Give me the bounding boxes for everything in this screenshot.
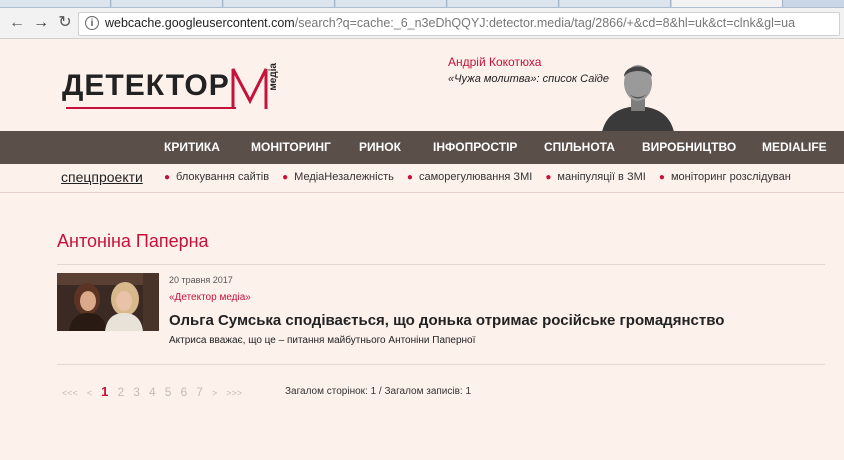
browser-tab[interactable] bbox=[224, 0, 335, 7]
pager-page[interactable]: 2 bbox=[117, 385, 124, 399]
pager-prev[interactable]: < bbox=[87, 388, 92, 398]
menu-item-infoprostir[interactable]: ІНФОПРОСТІР bbox=[433, 131, 517, 164]
author-photo[interactable] bbox=[600, 53, 676, 132]
pager-next[interactable]: > bbox=[212, 388, 217, 398]
article-item: 20 травня 2017 «Детектор медіа» Ольга Су… bbox=[57, 272, 825, 352]
forward-arrow-icon[interactable]: → bbox=[30, 12, 52, 34]
featured-title[interactable]: «Чужа молитва»: список Саїде bbox=[448, 73, 618, 86]
bullet-icon: ● bbox=[164, 172, 171, 183]
special-project-link[interactable]: МедіаНезалежність bbox=[294, 171, 394, 183]
browser-tabstrip bbox=[0, 0, 844, 8]
browser-tab-active[interactable] bbox=[672, 0, 783, 7]
site-header: ДЕТЕКТОР медіа Андрій Кокотюха «Чужа мол… bbox=[0, 39, 844, 132]
main-menu: КРИТИКА МОНІТОРИНГ РИНОК ІНФОПРОСТІР СПІ… bbox=[0, 131, 844, 164]
divider bbox=[57, 364, 825, 365]
menu-item-rynok[interactable]: РИНОК bbox=[359, 131, 401, 164]
special-projects-list: ● блокування сайтів ● МедіаНезалежність ● с… bbox=[154, 171, 791, 183]
special-projects-bar: спецпроекти ● блокування сайтів ● МедіаНез… bbox=[0, 164, 844, 193]
address-url[interactable]: webcache.googleusercontent.com/search?q=… bbox=[105, 16, 795, 30]
article-date: 20 травня 2017 bbox=[169, 275, 233, 285]
browser-tab[interactable] bbox=[560, 0, 671, 7]
browser-tab[interactable] bbox=[0, 0, 111, 7]
pager-page[interactable]: 6 bbox=[180, 385, 187, 399]
pager-total: Загалом сторінок: 1 / Загалом записів: 1 bbox=[285, 386, 472, 397]
browser-toolbar: ← → ↻ i webcache.googleusercontent.com/s… bbox=[0, 8, 844, 39]
featured-author[interactable]: Андрій Кокотюха bbox=[448, 55, 618, 69]
pager-page[interactable]: 7 bbox=[196, 385, 203, 399]
special-project-link[interactable]: моніторинг розслідуван bbox=[671, 171, 791, 183]
url-host: webcache.googleusercontent.com bbox=[105, 16, 295, 30]
article-lead: Актриса вважає, що це – питання майбутнь… bbox=[169, 335, 476, 346]
special-project-link[interactable]: маніпуляції в ЗМІ bbox=[557, 171, 645, 183]
special-project-link[interactable]: саморегулювання ЗМІ bbox=[419, 171, 532, 183]
pager-page-current[interactable]: 1 bbox=[101, 384, 108, 399]
page-title: Антоніна Паперна bbox=[57, 231, 209, 251]
pager-last[interactable]: >>> bbox=[226, 388, 242, 398]
browser-tab[interactable] bbox=[448, 0, 559, 7]
bullet-icon: ● bbox=[658, 172, 665, 183]
menu-item-kritika[interactable]: КРИТИКА bbox=[164, 131, 220, 164]
bullet-icon: ● bbox=[545, 172, 552, 183]
logo-media-label: медіа bbox=[268, 63, 279, 91]
menu-item-medialife[interactable]: MEDIALIFE bbox=[762, 131, 827, 164]
menu-item-monitoring[interactable]: МОНІТОРИНГ bbox=[251, 131, 331, 164]
article-thumbnail[interactable] bbox=[57, 273, 159, 331]
pager-page[interactable]: 3 bbox=[133, 385, 140, 399]
article-source[interactable]: «Детектор медіа» bbox=[169, 292, 251, 303]
pager-first[interactable]: <<< bbox=[62, 388, 78, 398]
article-title[interactable]: Ольга Сумська сподівається, що донька от… bbox=[169, 312, 724, 329]
logo-underline bbox=[66, 107, 236, 109]
logo-text: ДЕТЕКТОР bbox=[62, 69, 230, 102]
pagination: <<< < 1 2 3 4 5 6 7 > >>> bbox=[62, 384, 248, 399]
special-project-link[interactable]: блокування сайтів bbox=[176, 171, 269, 183]
back-arrow-icon[interactable]: ← bbox=[6, 12, 28, 34]
bullet-icon: ● bbox=[282, 172, 289, 183]
browser-tab[interactable] bbox=[336, 0, 447, 7]
info-icon[interactable]: i bbox=[85, 16, 99, 30]
logo-m-icon bbox=[231, 68, 268, 109]
menu-item-spilnota[interactable]: СПІЛЬНОТА bbox=[544, 131, 615, 164]
browser-tab[interactable] bbox=[112, 0, 223, 7]
url-path: /search?q=cache:_6_n3eDhQQYJ:detector.me… bbox=[294, 16, 796, 30]
divider bbox=[57, 264, 825, 265]
pager-page[interactable]: 4 bbox=[149, 385, 156, 399]
pager-page[interactable]: 5 bbox=[165, 385, 172, 399]
special-projects-title[interactable]: спецпроекти bbox=[61, 169, 143, 185]
menu-item-vyrobnytstvo[interactable]: ВИРОБНИЦТВО bbox=[642, 131, 736, 164]
bullet-icon: ● bbox=[406, 172, 413, 183]
featured-column[interactable]: Андрій Кокотюха «Чужа молитва»: список С… bbox=[448, 55, 618, 86]
address-bar[interactable]: i webcache.googleusercontent.com/search?… bbox=[78, 12, 840, 36]
reload-icon[interactable]: ↻ bbox=[54, 12, 76, 34]
